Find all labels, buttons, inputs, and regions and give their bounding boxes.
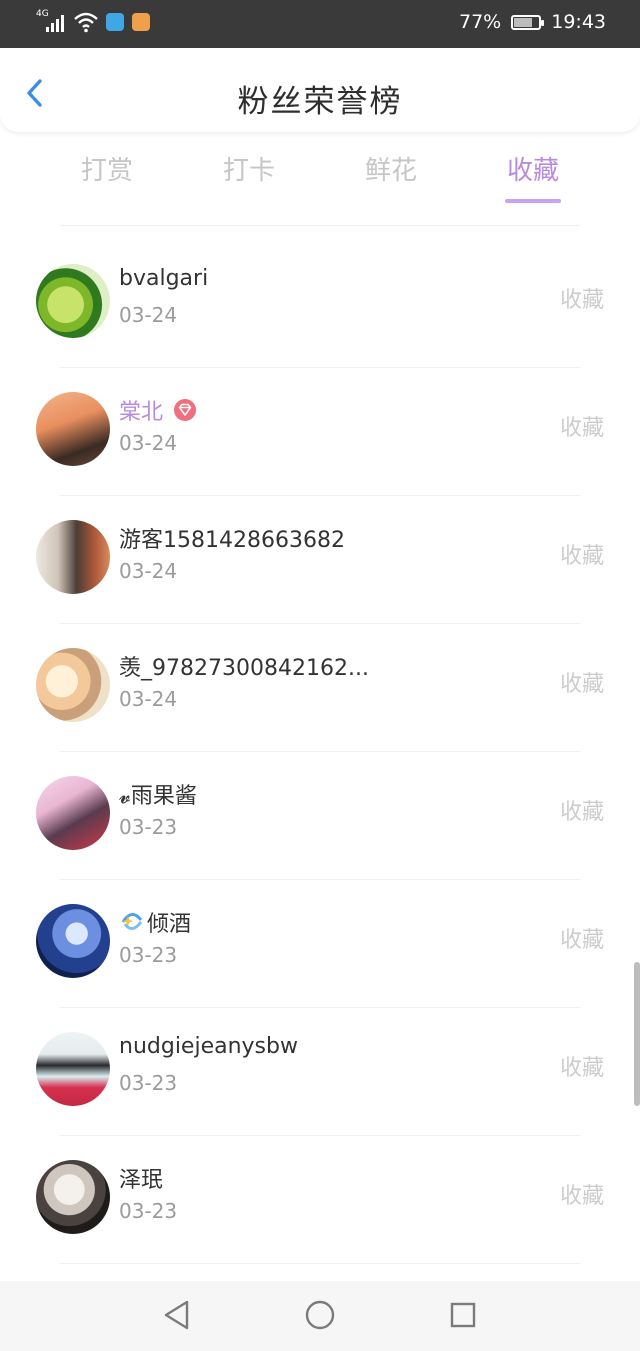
fan-name: 𝓿雨果酱 bbox=[119, 784, 197, 809]
battery-icon bbox=[511, 14, 545, 30]
favorite-label: 收藏 bbox=[559, 416, 604, 441]
avatar[interactable] bbox=[36, 904, 110, 978]
fan-date: 03-23 bbox=[119, 1199, 178, 1223]
shield-app-icon bbox=[106, 13, 124, 31]
fan-name: nudgiejeanysbw bbox=[119, 1034, 298, 1059]
clock: 19:43 bbox=[551, 11, 606, 33]
fan-date: 03-23 bbox=[119, 815, 178, 839]
nav-back-icon[interactable] bbox=[162, 1299, 192, 1331]
favorite-label: 收藏 bbox=[559, 672, 604, 697]
wifi-icon bbox=[74, 12, 98, 33]
fan-row[interactable]: nudgiejeanysbw 03-23 收藏 bbox=[0, 1008, 640, 1136]
notification-app-icon bbox=[132, 13, 150, 31]
fan-date: 03-24 bbox=[119, 559, 178, 583]
favorite-label: 收藏 bbox=[559, 800, 604, 825]
fan-row[interactable]: 𝓿雨果酱 03-23 收藏 bbox=[0, 752, 640, 880]
fan-date: 03-23 bbox=[119, 943, 178, 967]
active-tab-indicator bbox=[505, 199, 561, 203]
avatar[interactable] bbox=[36, 648, 110, 722]
avatar[interactable] bbox=[36, 520, 110, 594]
fan-name: 棠北 bbox=[119, 394, 197, 426]
fan-name: 倾酒 bbox=[119, 906, 191, 938]
avatar[interactable] bbox=[36, 264, 110, 338]
fan-date: 03-23 bbox=[119, 1071, 178, 1095]
tab-flowers[interactable]: 鲜花 bbox=[320, 150, 462, 187]
fan-name: 游客1581428663682 bbox=[119, 528, 345, 553]
fan-name: 羡_97827300842162... bbox=[119, 656, 369, 681]
fan-date: 03-24 bbox=[119, 431, 178, 455]
favorite-label: 收藏 bbox=[559, 928, 604, 953]
fan-row[interactable]: bvalgari 03-24 收藏 bbox=[0, 240, 640, 368]
fan-row[interactable]: 羡_97827300842162... 03-24 收藏 bbox=[0, 624, 640, 752]
sparkle-emoji-icon bbox=[121, 913, 143, 930]
favorite-label: 收藏 bbox=[559, 288, 604, 313]
fan-row[interactable]: 倾酒 03-23 收藏 bbox=[0, 880, 640, 1008]
fan-name: bvalgari bbox=[119, 266, 209, 291]
tab-bar: 打赏 打卡 鲜花 收藏 bbox=[36, 150, 604, 206]
system-nav-bar bbox=[0, 1281, 640, 1351]
divider bbox=[60, 225, 580, 226]
favorite-label: 收藏 bbox=[559, 544, 604, 569]
avatar[interactable] bbox=[36, 392, 110, 466]
nav-home-icon[interactable] bbox=[305, 1300, 335, 1330]
status-bar: 4G 77% 19:43 bbox=[0, 0, 640, 48]
fan-name: 泽珉 bbox=[119, 1168, 164, 1193]
fan-row[interactable]: 棠北 03-24 收藏 bbox=[0, 368, 640, 496]
signal-icon: 4G bbox=[36, 10, 66, 34]
fan-row[interactable]: 泽珉 03-23 收藏 bbox=[0, 1136, 640, 1264]
fan-list: bvalgari 03-24 收藏 棠北 03-24 收藏 游客15814286… bbox=[0, 240, 640, 1264]
scrollbar[interactable] bbox=[634, 962, 640, 1106]
nav-recents-icon[interactable] bbox=[450, 1302, 476, 1328]
app-header: 粉丝荣誉榜 bbox=[0, 48, 640, 132]
tab-reward[interactable]: 打赏 bbox=[36, 150, 178, 187]
avatar[interactable] bbox=[36, 1032, 110, 1106]
favorite-label: 收藏 bbox=[559, 1056, 604, 1081]
battery-percent: 77% bbox=[459, 11, 502, 33]
favorite-label: 收藏 bbox=[559, 1184, 604, 1209]
fan-date: 03-24 bbox=[119, 687, 178, 711]
avatar[interactable] bbox=[36, 776, 110, 850]
avatar[interactable] bbox=[36, 1160, 110, 1234]
fan-row[interactable]: 游客1581428663682 03-24 收藏 bbox=[0, 496, 640, 624]
page-title: 粉丝荣誉榜 bbox=[237, 84, 403, 120]
tab-checkin[interactable]: 打卡 bbox=[178, 150, 320, 187]
fan-date: 03-24 bbox=[119, 303, 178, 327]
tab-favorites[interactable]: 收藏 bbox=[462, 150, 604, 203]
vip-diamond-icon bbox=[174, 399, 197, 421]
